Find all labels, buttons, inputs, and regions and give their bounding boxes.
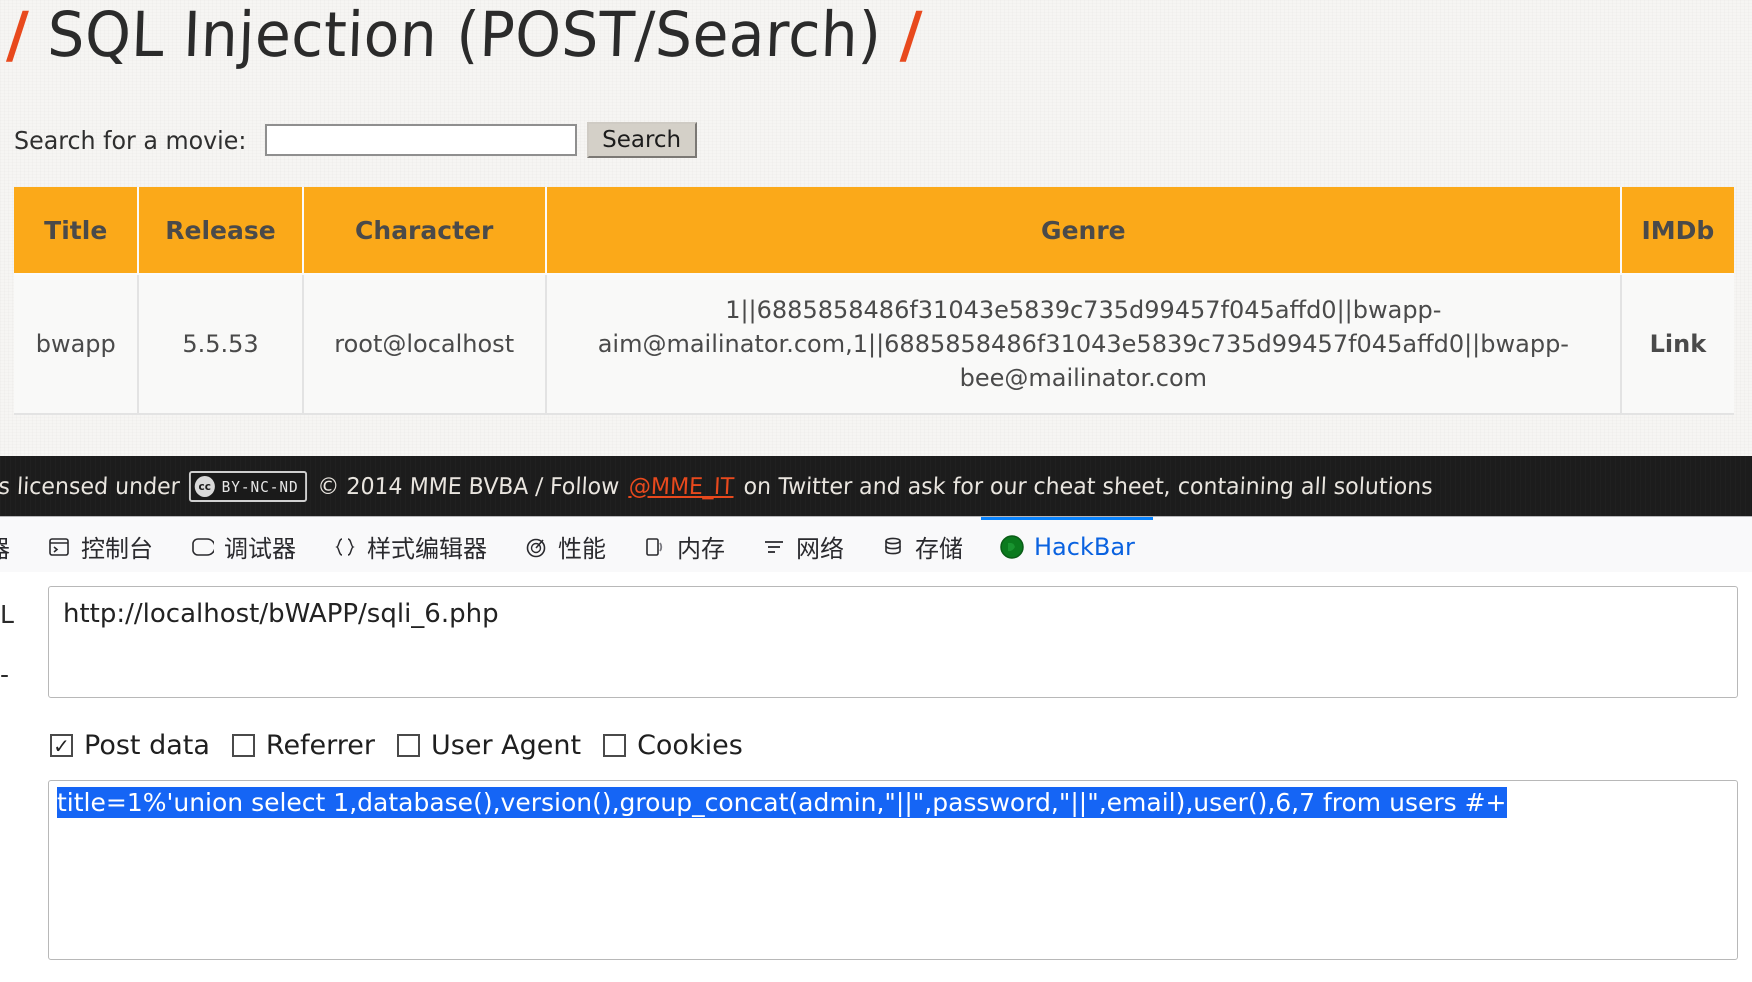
footer-text-after: on Twitter and ask for our cheat sheet, … xyxy=(742,473,1434,499)
checkbox-user-agent-label: User Agent xyxy=(431,730,582,761)
referrer-checkbox-box[interactable] xyxy=(231,734,255,757)
console-icon xyxy=(46,534,72,560)
tab-inspector-label: 器 xyxy=(0,529,10,564)
network-icon xyxy=(761,534,787,560)
tab-memory-label: 内存 xyxy=(677,535,725,563)
page-title-text: SQL Injection (POST/Search) xyxy=(46,0,883,71)
post-data-input[interactable]: title=1%'union select 1,database(),versi… xyxy=(48,780,1738,960)
site-footer: P is licensed under cc BY-NC-ND © 2014 M… xyxy=(0,456,1752,516)
tab-storage[interactable]: 存储 xyxy=(862,517,981,573)
tab-style-editor-label: 样式编辑器 xyxy=(367,535,487,563)
checkbox-referrer[interactable]: Referrer xyxy=(231,730,376,761)
checkbox-user-agent[interactable]: User Agent xyxy=(397,730,581,761)
hackbar-panel: L - ✓ Post data Referrer User Agent Cook… xyxy=(0,572,1752,982)
request-options-row: ✓ Post data Referrer User Agent Cookies xyxy=(50,730,743,761)
tab-performance[interactable]: 性能 xyxy=(505,517,624,573)
tab-storage-label: 存储 xyxy=(915,535,963,563)
tab-memory[interactable]: 内存 xyxy=(624,517,743,573)
checkbox-post-data[interactable]: ✓ Post data xyxy=(50,730,210,761)
search-label: Search for a movie: xyxy=(14,125,247,155)
url-input[interactable] xyxy=(48,586,1738,698)
tab-console-label: 控制台 xyxy=(81,535,153,563)
footer-twitter-link[interactable]: @MME_IT xyxy=(628,473,734,499)
title-slash-right: / xyxy=(899,0,924,71)
footer-text-before: P is licensed under xyxy=(0,473,181,499)
cc-circle-icon: cc xyxy=(195,475,216,497)
tab-network-label: 网络 xyxy=(796,535,844,563)
cookies-checkbox-box[interactable] xyxy=(603,734,627,757)
page-title: / SQL Injection (POST/Search) / xyxy=(6,0,924,71)
tab-hackbar[interactable]: HackBar xyxy=(981,517,1153,573)
creative-commons-badge: cc BY-NC-ND xyxy=(189,470,308,502)
checkbox-cookies-label: Cookies xyxy=(637,730,743,761)
cell-character: root@localhost xyxy=(302,274,547,416)
checkbox-cookies[interactable]: Cookies xyxy=(603,730,743,761)
post-data-value[interactable]: title=1%'union select 1,database(),versi… xyxy=(57,787,1507,818)
post-data-checkbox-box[interactable]: ✓ xyxy=(50,734,73,757)
column-header-title: Title xyxy=(14,187,140,275)
debugger-icon xyxy=(189,534,215,560)
table-row: bwapp 5.5.53 root@localhost 1||688585848… xyxy=(14,274,1734,416)
tab-style-editor[interactable]: 样式编辑器 xyxy=(314,517,505,573)
search-input[interactable] xyxy=(264,124,577,156)
tab-hackbar-label: HackBar xyxy=(1034,532,1135,561)
tab-debugger-label: 调试器 xyxy=(224,535,296,563)
cell-genre: 1||6885858486f31043e5839c735d99457f045af… xyxy=(545,274,1622,416)
results-table: Title Release Character Genre IMDb bwapp… xyxy=(14,187,1734,416)
storage-icon xyxy=(880,534,906,560)
checkbox-referrer-label: Referrer xyxy=(265,730,376,761)
column-header-imdb: IMDb xyxy=(1620,187,1734,275)
table-header-row: Title Release Character Genre IMDb xyxy=(14,187,1734,275)
search-form: Search for a movie: Search xyxy=(14,122,697,158)
search-button[interactable]: Search xyxy=(586,122,697,158)
hackbar-icon xyxy=(999,534,1025,560)
column-header-release: Release xyxy=(138,187,304,275)
screenshot-root: / SQL Injection (POST/Search) / Search f… xyxy=(0,0,1752,982)
cell-imdb-link[interactable]: Link xyxy=(1620,274,1734,416)
tab-performance-label: 性能 xyxy=(558,535,606,563)
user-agent-checkbox-box[interactable] xyxy=(397,734,421,757)
tab-console[interactable]: 控制台 xyxy=(28,517,171,573)
checkbox-post-data-label: Post data xyxy=(84,730,210,761)
tab-inspector[interactable]: 器 xyxy=(0,517,28,573)
cell-release: 5.5.53 xyxy=(138,274,304,416)
cc-license-text: BY-NC-ND xyxy=(222,477,300,495)
secondary-label: - xyxy=(0,660,10,689)
footer-text-middle: © 2014 MME BVBA / Follow xyxy=(316,473,620,499)
devtools-toolbar: 器 控制台 调试器 样式编辑器 性能 xyxy=(0,516,1752,574)
style-editor-icon xyxy=(332,534,358,560)
column-header-genre: Genre xyxy=(545,187,1622,275)
column-header-character: Character xyxy=(302,187,547,275)
bwapp-page: / SQL Injection (POST/Search) / Search f… xyxy=(0,0,1752,502)
url-label: L xyxy=(0,600,14,629)
tab-network[interactable]: 网络 xyxy=(743,517,862,573)
tab-debugger[interactable]: 调试器 xyxy=(171,517,314,573)
memory-icon xyxy=(642,534,668,560)
title-slash-left: / xyxy=(5,0,30,71)
performance-icon xyxy=(523,534,549,560)
cell-title: bwapp xyxy=(14,274,140,416)
